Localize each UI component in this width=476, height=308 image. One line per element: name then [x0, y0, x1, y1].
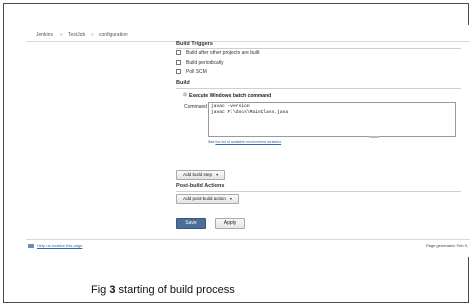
footer-divider: [26, 239, 470, 240]
checkbox[interactable]: [176, 50, 181, 55]
breadcrumb-item-testjob[interactable]: TestJob: [68, 30, 85, 41]
section-divider: [176, 88, 461, 89]
add-post-build-action-label: Add post-build action: [183, 196, 226, 201]
env-vars-link[interactable]: the list of available environment variab…: [215, 140, 281, 144]
breadcrumb-item-configuration[interactable]: configuration: [99, 30, 128, 41]
command-textarea[interactable]: javac -version javac F:\docs\MainClass.j…: [208, 102, 456, 138]
breadcrumb: Jenkins » TestJob » configuration: [26, 30, 470, 42]
jenkins-config-screenshot: Jenkins » TestJob » configuration Build …: [26, 25, 470, 257]
figure-caption: Fig 3 starting of build process: [91, 284, 235, 296]
checkbox-label: Build after other projects are built: [186, 50, 260, 56]
checkbox-label: Poll SCM: [186, 69, 207, 75]
dropdown-caret-icon: ▾: [229, 196, 232, 201]
build-step-title: Execute Windows batch command: [189, 93, 272, 99]
checkbox-label: Build periodically: [186, 60, 224, 66]
command-line: javac -version: [211, 104, 250, 109]
breadcrumb-item-jenkins[interactable]: Jenkins: [36, 30, 53, 41]
breadcrumb-separator: »: [60, 32, 63, 38]
dropdown-caret-icon: ▾: [216, 172, 219, 177]
apply-button[interactable]: Apply: [215, 218, 245, 229]
add-build-step-label: Add build step: [183, 172, 213, 177]
section-divider: [176, 191, 461, 192]
checkbox[interactable]: [176, 69, 181, 74]
build-triggers-heading: Build Triggers: [176, 41, 213, 47]
env-vars-hint: See the list of available environment va…: [208, 140, 281, 144]
build-heading: Build: [176, 80, 190, 86]
save-button[interactable]: Save: [176, 218, 206, 229]
breadcrumb-separator: »: [91, 32, 94, 38]
page-generated-text: Page generated: Feb 9,: [425, 243, 468, 248]
add-post-build-action-button[interactable]: Add post-build action ▾: [176, 194, 239, 204]
resize-grip-icon[interactable]: [369, 136, 379, 138]
hint-prefix: See: [208, 140, 215, 144]
caption-prefix: Fig: [91, 284, 107, 296]
add-build-step-button[interactable]: Add build step ▾: [176, 170, 226, 180]
command-line: javac F:\docs\MainClass.java: [211, 109, 289, 115]
post-build-heading: Post-build Actions: [176, 183, 225, 189]
localize-link[interactable]: Help us localize this page: [28, 243, 82, 248]
caption-text: starting of build process: [118, 284, 235, 296]
command-label: Command: [184, 104, 208, 110]
checkbox[interactable]: [176, 60, 181, 65]
localize-icon: [28, 243, 34, 248]
caption-number: 3: [109, 284, 116, 296]
localize-link-text: Help us localize this page: [37, 243, 83, 248]
